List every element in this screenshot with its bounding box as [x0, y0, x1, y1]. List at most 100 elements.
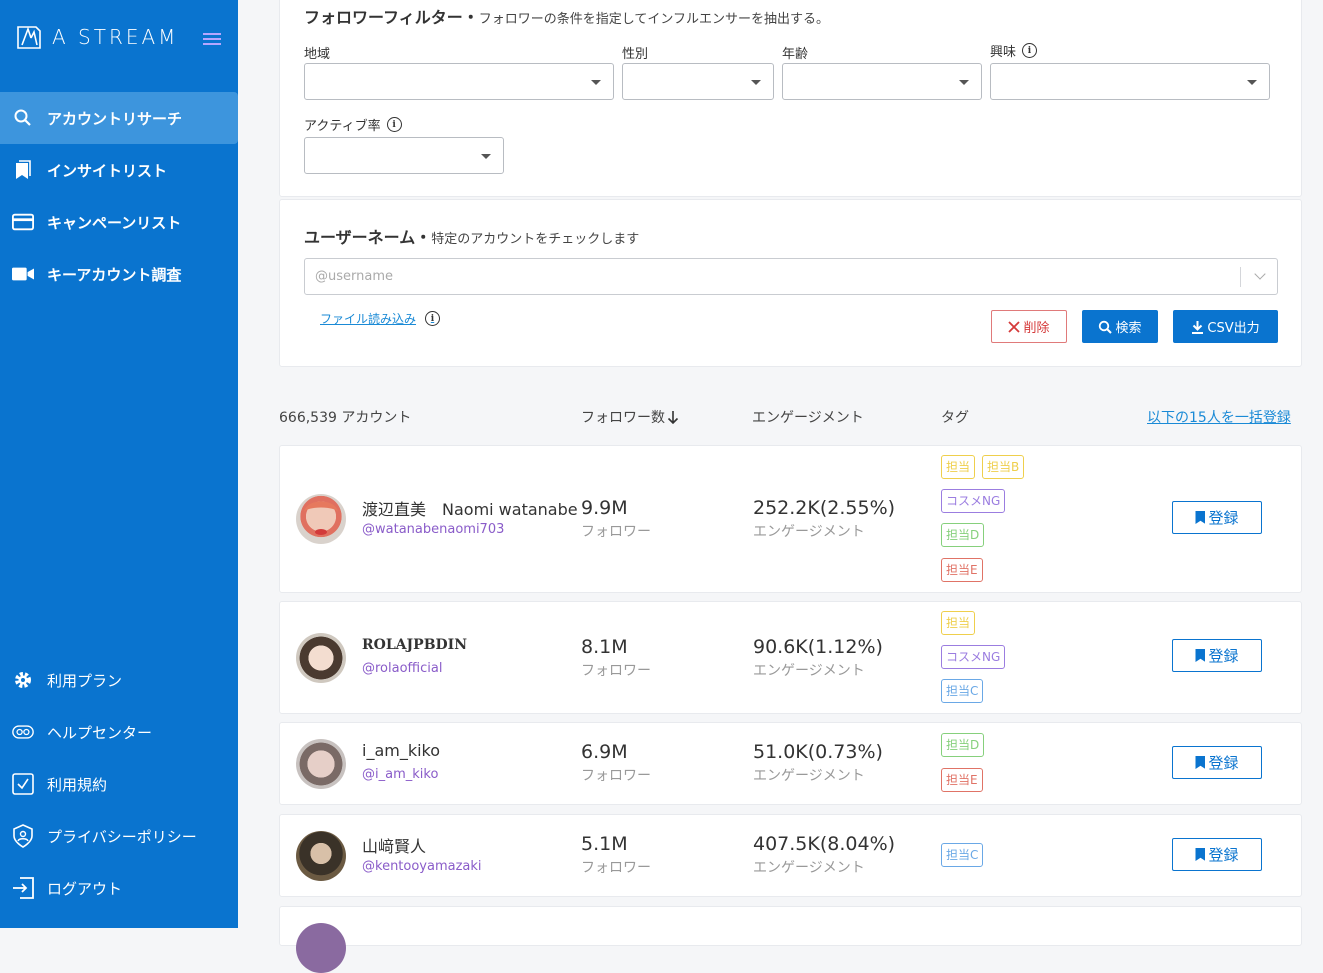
bookmark-icon: [1195, 511, 1206, 524]
engagement-value: 252.2K(2.55%): [753, 497, 896, 519]
chevron-down-icon[interactable]: [1254, 268, 1266, 280]
bulk-register-link[interactable]: 以下の15人を一括登録: [1147, 407, 1291, 427]
close-icon: [1008, 320, 1021, 333]
avatar[interactable]: [296, 494, 346, 544]
region-select[interactable]: [304, 63, 614, 100]
sidebar-item-terms[interactable]: 利用規約: [0, 758, 238, 810]
tag-badge[interactable]: 担当C: [941, 843, 984, 867]
sidebar-item-account-research[interactable]: アカウントリサーチ: [0, 92, 238, 144]
tag-badge[interactable]: 担当: [941, 611, 976, 635]
engagement-value: 90.6K(1.12%): [753, 636, 883, 658]
logo-mark-icon: [17, 26, 41, 49]
tag-badge[interactable]: 担当: [941, 455, 976, 479]
sidebar-item-label: アカウントリサーチ: [47, 109, 183, 128]
sidebar-item-privacy[interactable]: プライバシーポリシー: [0, 810, 238, 862]
tag-header: タグ: [941, 410, 969, 426]
tag-badge[interactable]: 担当E: [941, 768, 983, 792]
register-button[interactable]: 登録: [1172, 501, 1262, 534]
table-row: ROLAJPBDIN @rolaofficial 8.1M フォロワー 90.6…: [279, 601, 1302, 714]
info-icon[interactable]: i: [386, 117, 402, 132]
followers-sort-header[interactable]: フォロワー数: [581, 407, 679, 427]
sidebar: A STREAM アカウントリサーチ インサイトリスト キャンペーンリスト キー…: [0, 0, 238, 928]
username-input[interactable]: @username: [304, 258, 1278, 295]
gender-label: 性別: [622, 43, 648, 62]
avatar[interactable]: [296, 831, 346, 881]
interest-select[interactable]: [990, 63, 1270, 100]
bookmark-icon: [12, 159, 34, 181]
account-handle[interactable]: @i_am_kiko: [362, 767, 438, 782]
sidebar-item-label: プライバシーポリシー: [47, 827, 197, 846]
age-label: 年齢: [782, 43, 808, 62]
file-import-link[interactable]: ファイル読み込み i: [320, 310, 441, 327]
sidebar-item-help[interactable]: ヘルプセンター: [0, 706, 238, 758]
main-content: フォロワーフィルター・フォロワーの条件を指定してインフルエンサーを抽出する。 地…: [238, 0, 1323, 973]
username-heading: ユーザーネーム・: [304, 228, 432, 247]
tag-badge[interactable]: 担当E: [941, 558, 983, 582]
bookmark-icon: [1195, 848, 1206, 861]
table-row: [279, 906, 1302, 973]
follower-count: 6.9M: [581, 741, 628, 763]
tag-badge[interactable]: 担当D: [941, 523, 985, 547]
account-handle[interactable]: @kentooyamazaki: [362, 859, 482, 874]
csv-export-button[interactable]: CSV出力: [1173, 310, 1278, 343]
account-name: 山﨑賢人: [362, 837, 427, 856]
sidebar-item-key-account[interactable]: キーアカウント調査: [0, 248, 238, 300]
engagement-value: 407.5K(8.04%): [753, 833, 896, 855]
gender-label-text: 性別: [622, 47, 649, 62]
download-icon: [1192, 320, 1204, 334]
search-button[interactable]: 検索: [1082, 310, 1158, 343]
active-rate-select[interactable]: [304, 137, 504, 174]
follower-unit: フォロワー: [581, 860, 651, 876]
tag-badge[interactable]: 担当B: [982, 455, 1025, 479]
register-button[interactable]: 登録: [1172, 639, 1262, 672]
avatar[interactable]: [296, 923, 346, 973]
bookmark-icon: [1195, 756, 1206, 769]
register-button[interactable]: 登録: [1172, 746, 1262, 779]
tag-badge[interactable]: コスメNG: [941, 645, 1006, 669]
account-name: i_am_kiko: [362, 741, 441, 760]
sidebar-item-logout[interactable]: ログアウト: [0, 862, 238, 914]
search-label: 検索: [1115, 321, 1142, 336]
follower-unit: フォロワー: [581, 768, 651, 784]
active-rate-label: アクティブ率 i: [304, 115, 402, 134]
engagement-value: 51.0K(0.73%): [753, 741, 883, 763]
follower-filter-subtitle: フォロワーの条件を指定してインフルエンサーを抽出する。: [478, 12, 829, 27]
sidebar-item-label: ログアウト: [47, 879, 123, 898]
follower-count: 5.1M: [581, 833, 628, 855]
account-handle[interactable]: @rolaofficial: [362, 661, 442, 676]
bookmark-icon: [1195, 649, 1206, 662]
tag-badge[interactable]: 担当D: [941, 733, 985, 757]
username-subtitle: 特定のアカウントをチェックします: [431, 232, 640, 247]
table-row: 渡辺直美 Naomi watanabe @watanabenaomi703 9.…: [279, 445, 1302, 593]
logo-text: A STREAM: [52, 25, 179, 49]
gender-select[interactable]: [622, 63, 774, 100]
sidebar-item-campaign-list[interactable]: キャンペーンリスト: [0, 196, 238, 248]
search-icon: [1099, 320, 1113, 334]
delete-label: 削除: [1023, 321, 1050, 336]
search-icon: [12, 107, 34, 129]
sidebar-item-plan[interactable]: 利用プラン: [0, 654, 238, 706]
menu-toggle-icon[interactable]: [203, 33, 221, 47]
info-icon[interactable]: i: [425, 311, 441, 326]
info-icon[interactable]: i: [1022, 43, 1038, 58]
follower-filter-heading: フォロワーフィルター・: [304, 8, 479, 27]
follower-filter-title: フォロワーフィルター・フォロワーの条件を指定してインフルエンサーを抽出する。: [304, 4, 829, 28]
account-handle[interactable]: @watanabenaomi703: [362, 522, 504, 537]
avatar[interactable]: [296, 633, 346, 683]
register-button[interactable]: 登録: [1172, 838, 1262, 871]
chevron-down-icon: [591, 80, 601, 85]
tag-badge[interactable]: コスメNG: [941, 489, 1006, 513]
register-label: 登録: [1208, 846, 1239, 864]
account-count: 666,539 アカウント: [279, 410, 412, 426]
sidebar-item-insight-list[interactable]: インサイトリスト: [0, 144, 238, 196]
age-select[interactable]: [782, 63, 982, 100]
engagement-unit: エンゲージメント: [753, 860, 865, 876]
avatar[interactable]: [296, 739, 346, 789]
app-logo[interactable]: A STREAM: [16, 24, 178, 50]
chevron-down-icon: [959, 80, 969, 85]
delete-button[interactable]: 削除: [991, 310, 1067, 343]
sidebar-item-label: インサイトリスト: [47, 161, 168, 180]
card-icon: [12, 211, 34, 233]
tag-badge[interactable]: 担当C: [941, 679, 984, 703]
help-icon: [12, 721, 34, 743]
